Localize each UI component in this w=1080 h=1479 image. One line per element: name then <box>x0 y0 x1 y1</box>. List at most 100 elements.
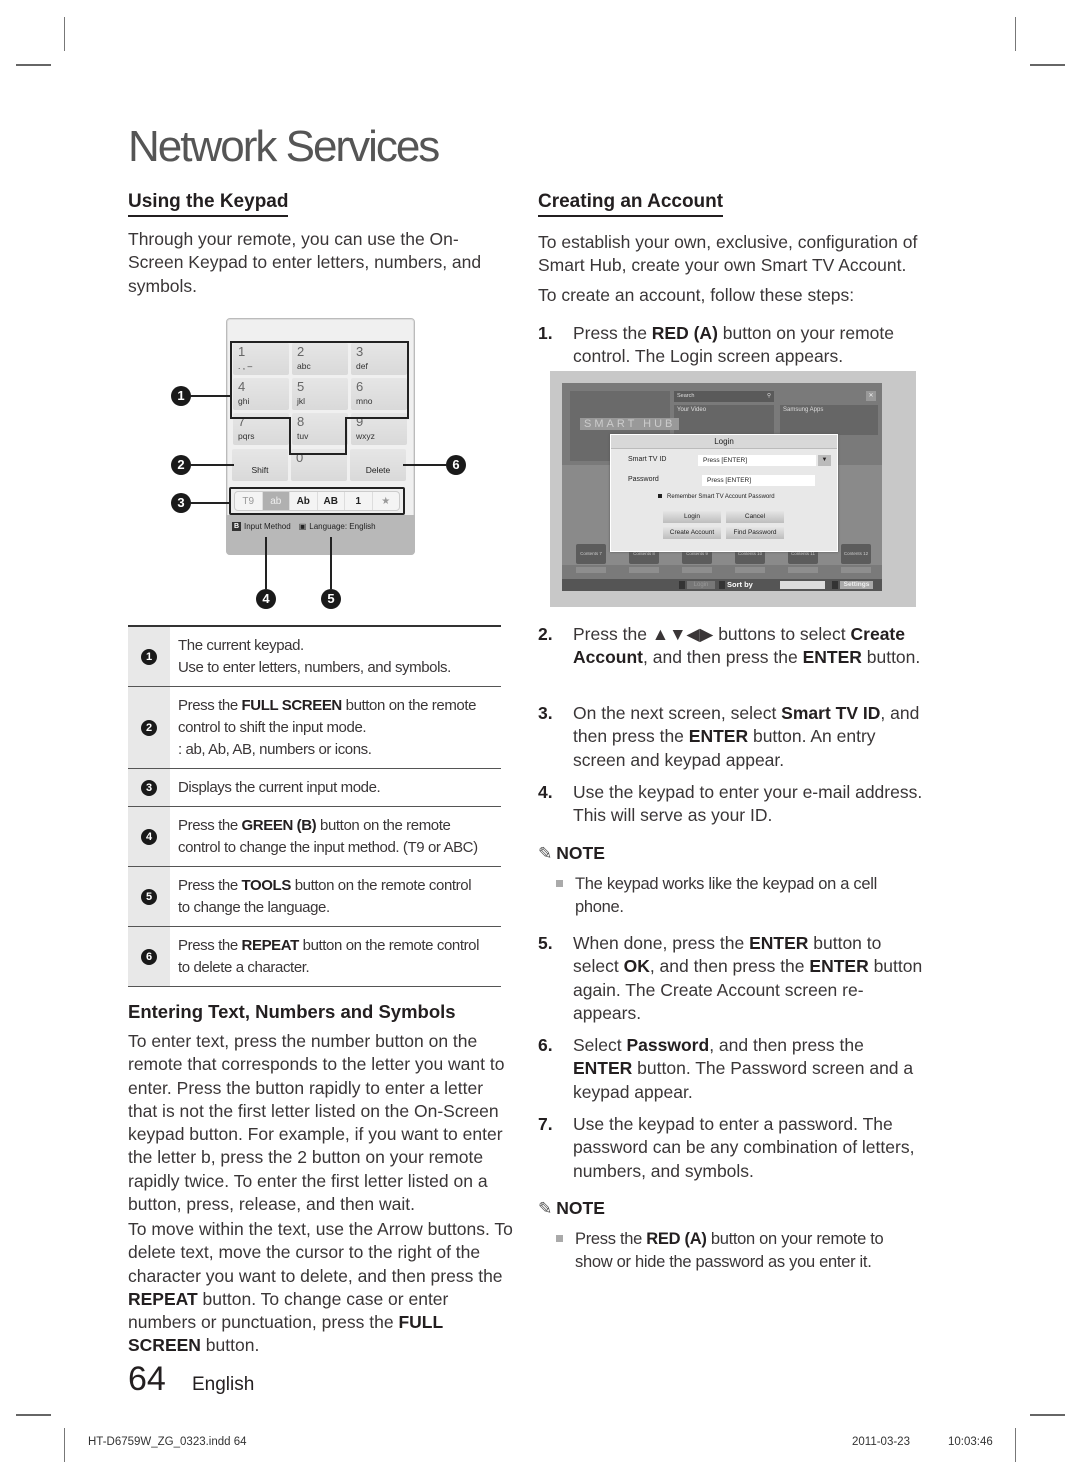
bold-text: FULL SCREEN <box>241 697 343 714</box>
legend-number-cell: 3 <box>128 769 170 806</box>
step-7: 7. Use the keypad to enter a password. Th… <box>538 1113 923 1183</box>
text: control to change the input method. (T9 … <box>178 839 478 856</box>
content-tile: Contents 7 <box>576 544 606 564</box>
dropdown-arrow-icon[interactable]: ▼ <box>818 455 831 466</box>
callout-line <box>190 464 234 466</box>
text: to delete a character. <box>178 959 310 976</box>
sort-by-label: Sort by <box>727 580 753 589</box>
content-tile-caption <box>629 567 659 573</box>
legend-line: to change the language. <box>178 897 501 919</box>
step-5: 5. When done, press the ENTER button to s… <box>538 932 923 1025</box>
content-tile-caption <box>841 567 871 573</box>
keypad-intro: Through your remote, you can use the On-… <box>128 229 482 296</box>
legend-line: control to change the input method. (T9 … <box>178 837 501 859</box>
password-field[interactable]: Press [ENTER] <box>702 475 815 486</box>
crop-mark <box>1030 64 1065 66</box>
remember-password-checkbox[interactable]: Remember Smart TV Account Password <box>658 494 775 500</box>
callout-badge: 6 <box>141 948 157 965</box>
keypad-hints: B Input Method ▣ Language: English <box>232 522 376 531</box>
green-b-key-icon: B <box>232 522 241 531</box>
text: button. <box>861 647 921 668</box>
note-label: NOTE <box>556 843 605 863</box>
text: button on the remote <box>316 817 451 834</box>
smart-hub-logo: SMART HUB <box>580 418 680 430</box>
legend-description: Press the GREEN (B) button on the remote… <box>170 807 501 866</box>
crop-mark <box>64 17 65 51</box>
text: Use to enter letters, numbers, and symbo… <box>178 659 451 676</box>
step-1: 1. Press the RED (A) button on your remot… <box>538 322 923 369</box>
callout-6: 6 <box>446 455 466 475</box>
bullet-square-icon <box>556 880 563 887</box>
bold-text: ENTER <box>688 726 749 747</box>
footer-filename: HT-D6759W_ZG_0323.indd 64 <box>88 1436 247 1448</box>
red-a-key-icon <box>679 581 685 589</box>
legend-line: Displays the current input mode. <box>178 777 501 799</box>
sort-by-value <box>780 581 825 589</box>
text: button on the remote control <box>290 877 472 894</box>
legend-number-cell: 4 <box>128 807 170 866</box>
text: Press the <box>178 817 242 834</box>
text: , and then press the <box>709 1035 864 1055</box>
text: Press the <box>178 877 242 894</box>
legend-description: Press the REPEAT button on the remote co… <box>170 927 501 986</box>
create-account-button[interactable]: Create Account <box>663 527 721 539</box>
text: Press the <box>575 1230 647 1248</box>
input-mode-0[interactable]: T9 <box>235 492 263 510</box>
step-text: Use the keypad to enter your e-mail addr… <box>573 781 923 828</box>
login-screenshot: Search ⚲ Your Video Samsung Apps ✕ SMART … <box>550 371 916 607</box>
step-2: 2. Press the ▲▼◀▶ buttons to select Creat… <box>538 623 923 670</box>
text: Press the <box>178 937 242 954</box>
entering-paragraph-2: To move within the text, use the Arrow b… <box>128 1218 513 1358</box>
login-button[interactable]: Login <box>663 511 721 523</box>
input-mode-3[interactable]: AB <box>318 492 345 510</box>
input-mode-2[interactable]: Ab <box>290 492 318 510</box>
legend-line: Press the FULL SCREEN button on the remo… <box>178 695 501 717</box>
note-label: NOTE <box>556 1198 605 1218</box>
text: Displays the current input mode. <box>178 779 381 796</box>
find-password-button[interactable]: Find Password <box>726 527 784 539</box>
search-field: Search ⚲ <box>674 391 774 402</box>
note-item-1: The keypad works like the keypad on a ce… <box>556 873 916 919</box>
input-mode-1[interactable]: ab <box>262 492 290 510</box>
note-heading-2: ✎ NOTE <box>538 1198 605 1219</box>
smart-tv-id-field[interactable]: Press [ENTER] <box>698 455 816 466</box>
bold-text: Smart TV ID <box>781 703 881 723</box>
step-number: 1. <box>538 323 553 343</box>
callout-line <box>330 537 332 589</box>
content-tile-caption <box>576 567 606 573</box>
section-heading-account: Creating an Account <box>538 191 724 217</box>
legend-line: Press the TOOLS button on the remote con… <box>178 875 501 897</box>
page-language: English <box>192 1374 255 1395</box>
step-text: On the next screen, select Smart TV ID, … <box>573 702 923 772</box>
language-hint: Language: English <box>309 522 376 531</box>
page-title: Network Services <box>128 122 440 171</box>
content-tile-caption <box>788 567 818 573</box>
crop-mark <box>1015 17 1016 51</box>
callout-badge: 2 <box>141 719 157 736</box>
content-tile-caption <box>682 567 712 573</box>
bullet-square-icon <box>556 1235 563 1242</box>
cancel-button[interactable]: Cancel <box>726 511 784 523</box>
legend-row: 3 Displays the current input mode. <box>128 769 501 807</box>
legend-description: Press the FULL SCREEN button on the remo… <box>170 687 501 768</box>
input-mode-4[interactable]: 1 <box>345 492 373 510</box>
legend-description: Displays the current input mode. <box>170 769 501 806</box>
text: button on the remote control <box>298 937 480 954</box>
text: : ab, Ab, AB, numbers or icons. <box>178 741 372 758</box>
bold-text: RED (A) <box>651 323 718 343</box>
text: button on the remote <box>341 697 477 714</box>
text: , and then press the <box>649 956 810 977</box>
bold-text: OK <box>623 956 650 977</box>
keypad-section: Using the Keypad <box>128 191 289 217</box>
content-tile-caption <box>735 567 765 573</box>
text: button. <box>200 1335 260 1356</box>
keypad-legend-table: 1 The current keypad. Use to enter letters… <box>128 625 501 987</box>
step-number: 7. <box>538 1114 553 1134</box>
legend-line: The current keypad. <box>178 635 501 657</box>
input-mode-5[interactable]: ★ <box>373 492 400 510</box>
callout-3: 3 <box>171 493 191 513</box>
pencil-icon: ✎ <box>538 1198 553 1218</box>
text: To move within the text, use the Arrow b… <box>128 1219 513 1286</box>
bold-text: ENTER <box>573 1058 633 1079</box>
login-dialog-title: Login <box>611 435 837 449</box>
